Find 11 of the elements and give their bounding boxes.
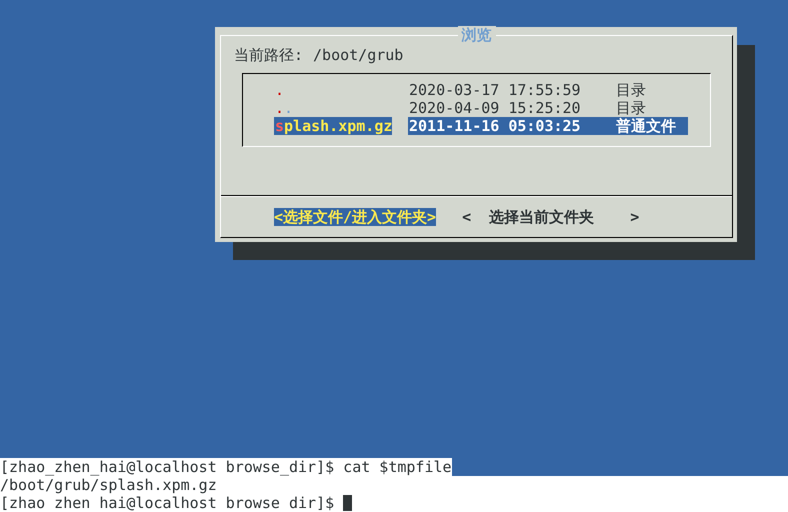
file-info[interactable]: 2020-04-09 15:25:20 目录 xyxy=(408,99,688,117)
current-path: /boot/grub xyxy=(313,46,404,64)
dialog-button[interactable]: < 选择当前文件夹 > xyxy=(462,208,640,226)
dialog-title: 浏览 xyxy=(458,26,496,44)
file-name[interactable]: . xyxy=(274,81,284,99)
file-name[interactable]: .. xyxy=(274,99,294,117)
file-info[interactable]: 2011-11-16 05:03:25 普通文件 xyxy=(408,117,688,135)
file-info[interactable]: 2020-03-17 17:55:59 目录 xyxy=(408,81,688,99)
file-name[interactable]: splash.xpm.gz xyxy=(274,117,392,135)
dialog-button[interactable]: <选择文件/进入文件夹> xyxy=(274,208,436,226)
path-label: 当前路径: xyxy=(234,46,304,64)
